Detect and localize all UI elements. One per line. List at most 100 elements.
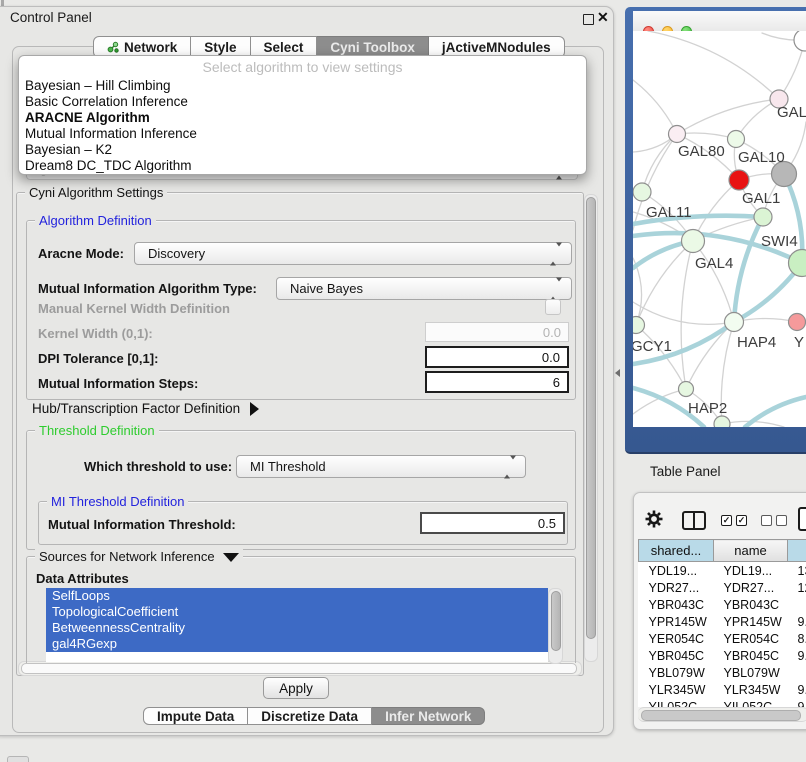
which-threshold-combo[interactable]: MI Threshold — [236, 455, 526, 478]
tab-impute-data[interactable]: Impute Data — [143, 707, 248, 725]
algorithm-option[interactable]: Dream8 DC_TDC Algorithm — [19, 158, 586, 174]
graph-node[interactable] — [682, 230, 705, 253]
attribute-item[interactable]: BetweennessCentrality — [46, 620, 548, 636]
collapse-down-icon — [223, 553, 239, 562]
table-cell: 9. — [788, 613, 806, 630]
hub-definition-label: Hub/Transcription Factor Definition — [32, 401, 240, 416]
table-cell: YBR045C — [639, 647, 714, 664]
manual-kernel-width-checkbox[interactable] — [545, 299, 561, 315]
attributes-list-scrollbar[interactable] — [548, 588, 563, 664]
table-row[interactable]: YLR345WYLR345W9. — [639, 681, 806, 698]
table-column-header[interactable]: shared... — [639, 540, 714, 562]
algorithm-option[interactable]: Mutual Information Inference — [19, 126, 586, 142]
algorithm-option[interactable]: Bayesian – K2 — [19, 142, 586, 158]
table-row[interactable]: YBR043CYBR043C — [639, 596, 806, 613]
table-row[interactable]: YPR145WYPR145W9. — [639, 613, 806, 630]
tab-discretize-data[interactable]: Discretize Data — [248, 707, 372, 725]
kernel-width-field[interactable]: 0.0 — [425, 322, 569, 342]
export-table-icon[interactable] — [798, 507, 806, 531]
algorithm-option[interactable]: Bayesian – Hill Climbing — [19, 78, 586, 94]
table-cell: YER054C — [639, 630, 714, 647]
table-hscroll-thumb[interactable] — [641, 710, 801, 721]
float-window-icon[interactable] — [583, 14, 594, 25]
graph-node-label: GAL11 — [646, 204, 692, 221]
graph-node[interactable] — [754, 208, 772, 226]
split-panes-icon[interactable] — [682, 511, 706, 530]
graph-node-label: GAL80 — [678, 143, 725, 160]
gear-icon[interactable] — [645, 510, 663, 528]
control-panel-title: Control Panel — [10, 10, 92, 25]
mi-threshold-field[interactable]: 0.5 — [420, 512, 565, 534]
which-threshold-value: MI Threshold — [250, 459, 326, 474]
graph-node[interactable] — [669, 126, 686, 143]
table-row[interactable]: YDR27...YDR27...12 — [639, 579, 806, 596]
graph-node[interactable] — [725, 313, 744, 332]
graph-edge-highlighted — [745, 397, 806, 427]
settings-vscroll-thumb[interactable] — [586, 197, 596, 639]
mi-threshold-definition-title: MI Threshold Definition — [47, 494, 188, 509]
attribute-item[interactable]: gal4RGexp — [46, 636, 548, 652]
select-all-checkbox-icon[interactable]: ✓ — [721, 515, 732, 526]
which-threshold-label: Which threshold to use: — [84, 459, 232, 474]
table-row[interactable]: YER054CYER054C8. — [639, 630, 806, 647]
tab-label: Style — [204, 40, 236, 55]
select-all-checkbox-icon-2[interactable]: ✓ — [736, 515, 747, 526]
settings-hscroll-thumb[interactable] — [21, 663, 577, 674]
graph-node[interactable] — [794, 31, 806, 51]
expand-right-icon — [250, 402, 259, 416]
tab-label: Network — [124, 40, 177, 55]
graph-edge — [633, 389, 686, 414]
graph-node-label: GAL10 — [738, 149, 785, 166]
graph-node[interactable] — [789, 250, 806, 277]
graph-node[interactable] — [679, 382, 694, 397]
table-cell: YPR145W — [639, 613, 714, 630]
table-row[interactable]: YBR045CYBR045C9. — [639, 647, 806, 664]
algorithm-option[interactable]: ARACNE Algorithm — [19, 110, 586, 126]
algorithm-combo-placeholder[interactable]: Select algorithm to view settings — [19, 56, 586, 78]
graph-node[interactable] — [633, 183, 651, 201]
network-canvas[interactable]: GALGAL80GAL10GAL1GAL11SWI4GAL4GCY1HAP4YH… — [633, 31, 806, 427]
table-row[interactable]: YIL052CYIL052C9. — [639, 698, 806, 707]
panel-divider-grip[interactable] — [615, 369, 620, 377]
deselect-all-checkbox-icon[interactable] — [761, 515, 772, 526]
deselect-all-checkbox-icon-2[interactable] — [776, 515, 787, 526]
table-column-header[interactable]: A — [788, 540, 806, 562]
attribute-item[interactable]: TopologicalCoefficient — [46, 604, 548, 620]
manual-kernel-width-label: Manual Kernel Width Definition — [38, 301, 230, 316]
graph-node[interactable] — [728, 131, 745, 148]
algorithm-option[interactable]: Basic Correlation Inference — [19, 94, 586, 110]
tab-infer-network[interactable]: Infer Network — [372, 707, 485, 725]
collapse-left-icon — [615, 369, 620, 377]
graph-node[interactable] — [729, 170, 749, 190]
graph-node[interactable] — [789, 314, 806, 331]
apply-button[interactable]: Apply — [263, 677, 329, 699]
attribute-item[interactable]: SelfLoops — [46, 588, 548, 604]
table-row[interactable]: YBL079WYBL079W — [639, 664, 806, 681]
table-horizontal-scrollbar[interactable] — [638, 707, 806, 722]
graph-node[interactable] — [633, 317, 645, 334]
mi-steps-label: Mutual Information Steps: — [38, 376, 198, 391]
aracne-mode-combo[interactable]: Discovery — [134, 242, 572, 265]
graph-edge — [648, 31, 779, 99]
hub-definition-toggle[interactable]: Hub/Transcription Factor Definition — [32, 401, 259, 416]
mi-algorithm-type-value: Naive Bayes — [290, 281, 363, 296]
bottom-left-button-fragment[interactable] — [7, 756, 29, 762]
mi-steps-field[interactable]: 6 — [425, 371, 569, 393]
attributes-scroll-thumb[interactable] — [551, 591, 561, 651]
network-graph[interactable]: GALGAL80GAL10GAL1GAL11SWI4GAL4GCY1HAP4YH… — [633, 31, 806, 427]
table-cell: YBL079W — [714, 664, 788, 681]
mi-algorithm-type-combo[interactable]: Naive Bayes — [276, 277, 572, 300]
network-window-titlebar[interactable] — [633, 11, 806, 32]
graph-edge — [686, 322, 734, 389]
mi-threshold-label: Mutual Information Threshold: — [48, 517, 236, 532]
settings-vertical-scrollbar[interactable] — [584, 194, 598, 662]
graph-node-label: Y — [794, 334, 804, 351]
table-column-header[interactable]: name — [714, 540, 788, 562]
dpi-tolerance-field[interactable]: 0.0 — [425, 346, 569, 368]
table-row[interactable]: YDL19...YDL19...13 — [639, 562, 806, 580]
close-icon[interactable]: ✕ — [597, 9, 609, 26]
settings-horizontal-scrollbar[interactable] — [18, 661, 582, 676]
sources-group-title[interactable]: Sources for Network Inference — [35, 549, 243, 564]
tab-label: Impute Data — [157, 709, 234, 724]
graph-node[interactable] — [714, 416, 730, 427]
